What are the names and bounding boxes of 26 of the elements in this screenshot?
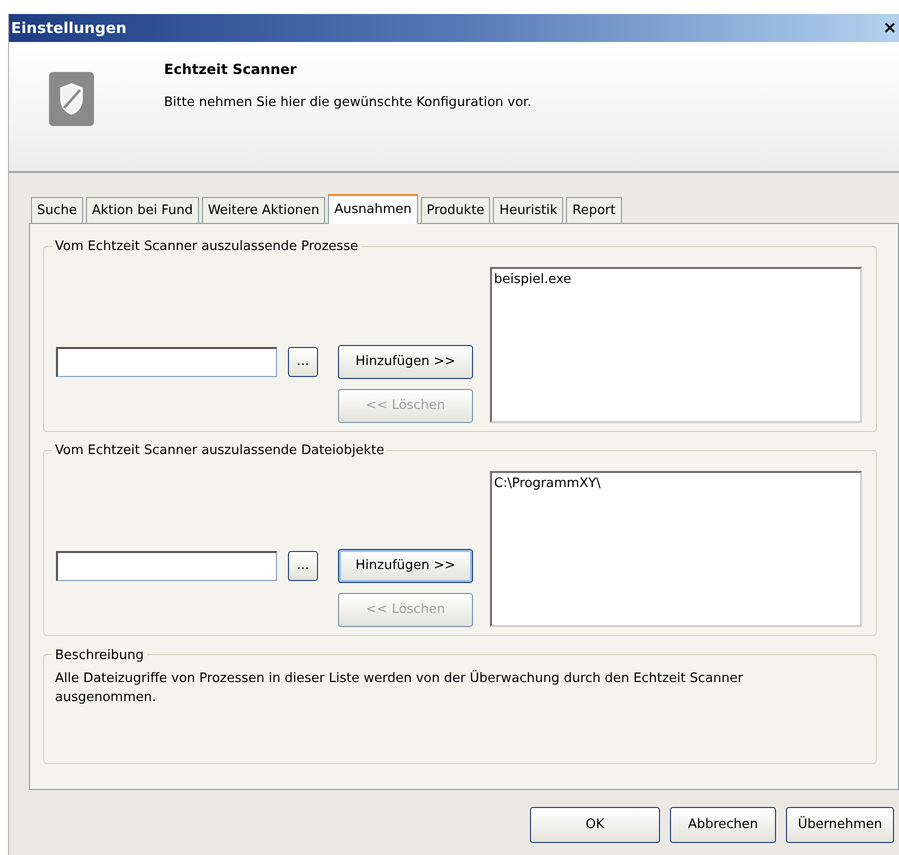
header-title: Echtzeit Scanner bbox=[164, 61, 298, 80]
dialog-button[interactable]: OK bbox=[530, 807, 660, 843]
header-subtitle: Bitte nehmen Sie hier die gewünschte Konfiguration vor. bbox=[164, 94, 532, 112]
dialog-button[interactable]: Übernehmen bbox=[786, 807, 894, 843]
add-button[interactable]: Hinzufügen >> bbox=[338, 549, 473, 583]
tab[interactable]: Produkte bbox=[420, 197, 490, 223]
browse-button[interactable]: ... bbox=[288, 551, 318, 581]
dialog-button[interactable]: Abbrechen bbox=[670, 807, 776, 843]
list-item[interactable]: C:\ProgrammXY\ bbox=[494, 475, 858, 492]
list-box[interactable]: beispiel.exe bbox=[490, 267, 862, 423]
shield-icon bbox=[49, 72, 94, 126]
description-text: Alle Dateizugriffe von Prozessen in dieser Liste werden von der Überwachung durch den Echtzeit Scanner ausgenommen. bbox=[55, 669, 744, 707]
tab[interactable]: Ausnahmen bbox=[328, 194, 418, 224]
tab[interactable]: Aktion bei Fund bbox=[86, 197, 199, 223]
browse-button[interactable]: ... bbox=[288, 347, 318, 377]
path-input[interactable] bbox=[56, 347, 277, 377]
window-title: Einstellungen bbox=[11, 18, 127, 39]
tab[interactable]: Report bbox=[566, 197, 622, 223]
add-button[interactable]: Hinzufügen >> bbox=[338, 345, 473, 379]
list-item[interactable]: beispiel.exe bbox=[494, 271, 858, 288]
close-button[interactable]: × bbox=[882, 20, 899, 36]
tab[interactable]: Heuristik bbox=[493, 197, 564, 223]
tab[interactable]: Weitere Aktionen bbox=[202, 197, 326, 223]
path-input[interactable] bbox=[56, 551, 277, 581]
tab[interactable]: Suche bbox=[31, 197, 83, 223]
list-box[interactable]: C:\ProgrammXY\ bbox=[490, 471, 862, 627]
